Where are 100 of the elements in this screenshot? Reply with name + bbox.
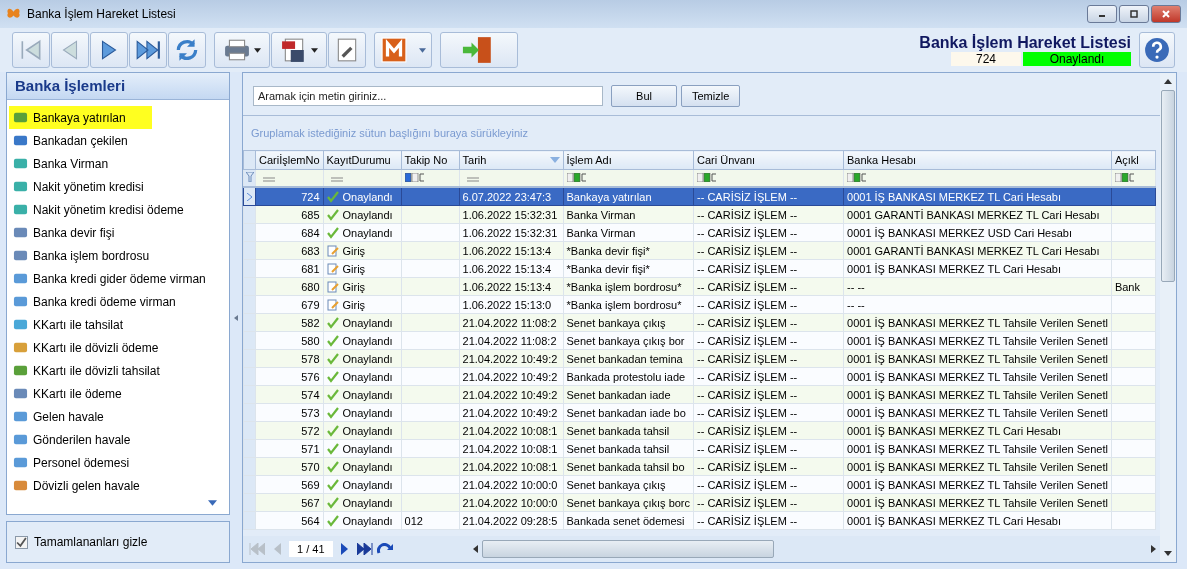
sidebar-item[interactable]: KKartı ile tahsilat xyxy=(9,313,128,336)
sidebar-item[interactable]: Banka kredi ödeme virman xyxy=(9,290,180,313)
refresh-button[interactable] xyxy=(168,32,206,68)
m-menu-button[interactable] xyxy=(374,32,432,68)
sidebar-item[interactable]: Nakit yönetim kredisi ödeme xyxy=(9,198,188,221)
checkmark-icon xyxy=(16,536,27,548)
record-status: Onaylandı xyxy=(1023,52,1131,66)
table-cell: 680 xyxy=(301,280,320,293)
table-cell: 571 xyxy=(301,442,320,455)
column-header[interactable]: Cari Ünvanı xyxy=(693,150,844,170)
table-cell: -- -- xyxy=(847,280,865,293)
caret-icon xyxy=(253,47,261,53)
scroll-down-icon[interactable] xyxy=(208,500,217,506)
table-cell: -- CARİSİZ İŞLEM -- xyxy=(697,298,798,311)
last-page-icon[interactable] xyxy=(356,543,373,555)
collapse-arrow-icon[interactable] xyxy=(234,314,238,321)
redo-icon[interactable] xyxy=(376,543,393,555)
page-indicator: 1 / 41 xyxy=(289,541,333,557)
table-cell: 0001 GARANTİ BANKASI MERKEZ TL Cari Hesabı xyxy=(847,208,1100,221)
table-cell: Onaylandı xyxy=(342,208,393,221)
table-cell: 0001 İŞ BANKASI MERKEZ TL Tahsile Verilen Senetl xyxy=(847,406,1108,419)
table-cell: 569 xyxy=(301,478,320,491)
table-cell: -- CARİSİZ İŞLEM -- xyxy=(697,514,798,527)
table-cell: 0001 İŞ BANKASI MERKEZ TL Tahsile Verilen Senetl xyxy=(847,388,1108,401)
text-filter-icon[interactable] xyxy=(404,173,425,182)
table-cell: Giriş xyxy=(342,244,366,257)
table-cell: 0001 İŞ BANKASI MERKEZ USD Cari Hesabı xyxy=(847,226,1072,239)
filter-icon[interactable] xyxy=(246,172,254,182)
table-cell: -- CARİSİZ İŞLEM -- xyxy=(697,388,798,401)
column-header[interactable]: İşlem Adı xyxy=(563,150,694,170)
close-button[interactable] xyxy=(1151,5,1181,23)
caret-icon xyxy=(310,47,318,53)
search-field[interactable]: Aramak için metin giriniz... xyxy=(253,86,603,106)
column-header[interactable]: Açıkl xyxy=(1111,150,1156,170)
column-header[interactable]: KayıtDurumu xyxy=(323,150,401,170)
sidebar-item[interactable]: KKartı ile dövizli ödeme xyxy=(9,336,163,359)
minimize-button[interactable] xyxy=(1087,5,1117,23)
sidebar-item[interactable]: Gelen havale xyxy=(9,405,108,428)
print-button[interactable] xyxy=(214,32,270,68)
sidebar-item[interactable]: Bankaya yatırılan xyxy=(9,106,152,129)
sidebar-item[interactable]: Personel ödemesi xyxy=(9,451,134,474)
printer-icon xyxy=(223,37,250,63)
sidebar-item[interactable]: Nakit yönetim kredisi xyxy=(9,175,148,198)
column-header[interactable]: Banka Hesabı xyxy=(843,150,1112,170)
check-icon xyxy=(326,334,339,347)
table-cell: *Banka işlem bordrosu* xyxy=(566,280,682,293)
text-filter-icon[interactable] xyxy=(847,173,868,182)
table-cell: 21.04.2022 10:08:1 xyxy=(462,460,558,473)
pdf-save-button[interactable] xyxy=(271,32,327,68)
sidebar-item[interactable]: Bankadan çekilen xyxy=(9,129,132,152)
scroll-down-icon[interactable] xyxy=(1164,551,1172,556)
table-cell: -- CARİSİZ İŞLEM -- xyxy=(697,406,798,419)
record-number: 724 xyxy=(951,52,1021,66)
column-header[interactable]: Takip No xyxy=(401,150,459,170)
table-cell: Banka Virman xyxy=(566,208,636,221)
scroll-left-icon[interactable] xyxy=(473,545,478,553)
sidebar-item[interactable]: Dövizli gelen havale xyxy=(9,474,144,497)
sidebar-item[interactable]: KKartı ile dövizli tahsilat xyxy=(9,359,164,382)
sidebar-item[interactable]: Gönderilen havale xyxy=(9,428,135,451)
table-cell: Senet bankada tahsil bo xyxy=(566,460,685,473)
table-cell: 1.06.2022 15:13:4 xyxy=(462,244,552,257)
table-cell: Senet bankadan iade xyxy=(566,388,671,401)
scrollbar-thumb[interactable] xyxy=(1161,90,1175,282)
text-filter-icon[interactable] xyxy=(566,173,587,182)
text-filter-icon[interactable] xyxy=(1114,173,1135,182)
clear-button[interactable]: Temizle xyxy=(681,85,741,107)
table-cell: -- CARİSİZ İŞLEM -- xyxy=(697,262,798,275)
settings-document-button[interactable] xyxy=(328,32,366,68)
table-cell: Onaylandı xyxy=(342,442,393,455)
maximize-button[interactable] xyxy=(1119,5,1149,23)
sidebar-item[interactable]: Banka Virman xyxy=(9,152,113,175)
table-cell: Onaylandı xyxy=(342,424,393,437)
last-record-button[interactable] xyxy=(129,32,167,68)
exit-door-button[interactable] xyxy=(440,32,518,68)
sidebar-item[interactable]: Banka devir fişi xyxy=(9,221,119,244)
window-title: Banka İşlem Hareket Listesi xyxy=(27,7,176,21)
table-cell: 576 xyxy=(301,370,320,383)
table-cell: 6.07.2022 23:47:3 xyxy=(462,190,552,203)
scrollbar-thumb[interactable] xyxy=(482,540,774,558)
first-record-button[interactable] xyxy=(12,32,50,68)
check-icon xyxy=(326,226,339,239)
scroll-right-icon[interactable] xyxy=(1151,545,1156,553)
scroll-up-icon[interactable] xyxy=(1164,79,1172,84)
check-icon xyxy=(326,352,339,365)
sidebar-item[interactable]: Banka işlem bordrosu xyxy=(9,244,154,267)
column-header[interactable]: Tarih xyxy=(459,150,563,170)
sidebar-item[interactable]: KKartı ile ödeme xyxy=(9,382,126,405)
sidebar-item[interactable]: Banka kredi gider ödeme virman xyxy=(9,267,210,290)
table-cell: -- CARİSİZ İŞLEM -- xyxy=(697,478,798,491)
hide-completed-checkbox[interactable]: Tamamlananları gizle xyxy=(15,535,148,549)
column-header[interactable]: CariİşlemNo xyxy=(255,150,323,170)
find-button[interactable]: Bul xyxy=(611,85,677,107)
help-button[interactable] xyxy=(1139,32,1175,68)
table-cell: 683 xyxy=(301,244,320,257)
table-cell: 570 xyxy=(301,460,320,473)
text-filter-icon[interactable] xyxy=(697,173,718,182)
check-icon xyxy=(326,316,339,329)
table-cell: 0001 İŞ BANKASI MERKEZ TL Tahsile Verilen Senetl xyxy=(847,316,1108,329)
table-cell: Onaylandı xyxy=(342,478,393,491)
next-record-button[interactable] xyxy=(90,32,128,68)
